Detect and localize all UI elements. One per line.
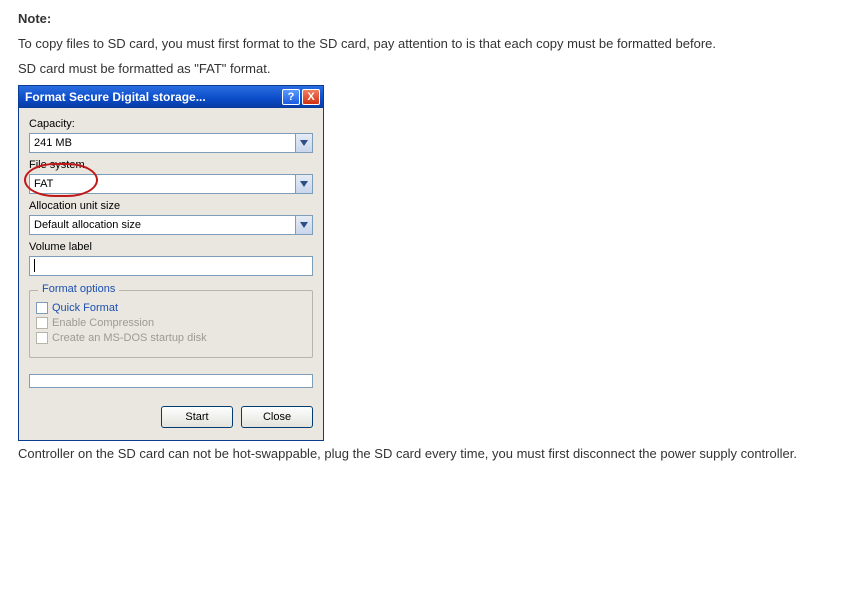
volume-label-label: Volume label [29, 241, 313, 253]
note-paragraph-2: SD card must be formatted as "FAT" forma… [18, 60, 834, 79]
dialog-title: Format Secure Digital storage... [25, 90, 280, 104]
format-options-group: Format options Quick Format Enable Compr… [29, 290, 313, 358]
msdos-startup-row: Create an MS-DOS startup disk [36, 332, 306, 344]
quick-format-row[interactable]: Quick Format [36, 302, 306, 314]
chevron-down-icon[interactable] [295, 134, 312, 152]
progress-bar [29, 374, 313, 388]
quick-format-label: Quick Format [52, 302, 118, 314]
filesystem-combo[interactable]: FAT [29, 174, 313, 194]
note-heading: Note: [18, 11, 51, 26]
close-button[interactable]: Close [241, 406, 313, 428]
allocation-label: Allocation unit size [29, 200, 313, 212]
capacity-label: Capacity: [29, 118, 313, 130]
chevron-down-icon[interactable] [295, 175, 312, 193]
chevron-down-icon[interactable] [295, 216, 312, 234]
enable-compression-label: Enable Compression [52, 317, 154, 329]
capacity-value: 241 MB [34, 137, 295, 149]
filesystem-label: File system [29, 159, 313, 171]
format-options-title: Format options [38, 283, 119, 295]
dialog-titlebar[interactable]: Format Secure Digital storage... ? X [19, 86, 323, 108]
checkbox-icon [36, 332, 48, 344]
help-button[interactable]: ? [282, 89, 300, 105]
volume-label-input[interactable] [29, 256, 313, 276]
note-paragraph-1: To copy files to SD card, you must first… [18, 35, 834, 54]
capacity-combo[interactable]: 241 MB [29, 133, 313, 153]
checkbox-icon [36, 317, 48, 329]
note-paragraph-3: Controller on the SD card can not be hot… [18, 445, 834, 464]
text-caret [34, 259, 35, 272]
allocation-combo[interactable]: Default allocation size [29, 215, 313, 235]
enable-compression-row: Enable Compression [36, 317, 306, 329]
format-dialog: Format Secure Digital storage... ? X Cap… [18, 85, 324, 441]
allocation-value: Default allocation size [34, 219, 295, 231]
start-button[interactable]: Start [161, 406, 233, 428]
close-icon[interactable]: X [302, 89, 320, 105]
filesystem-value: FAT [34, 178, 295, 190]
msdos-startup-label: Create an MS-DOS startup disk [52, 332, 207, 344]
checkbox-icon[interactable] [36, 302, 48, 314]
